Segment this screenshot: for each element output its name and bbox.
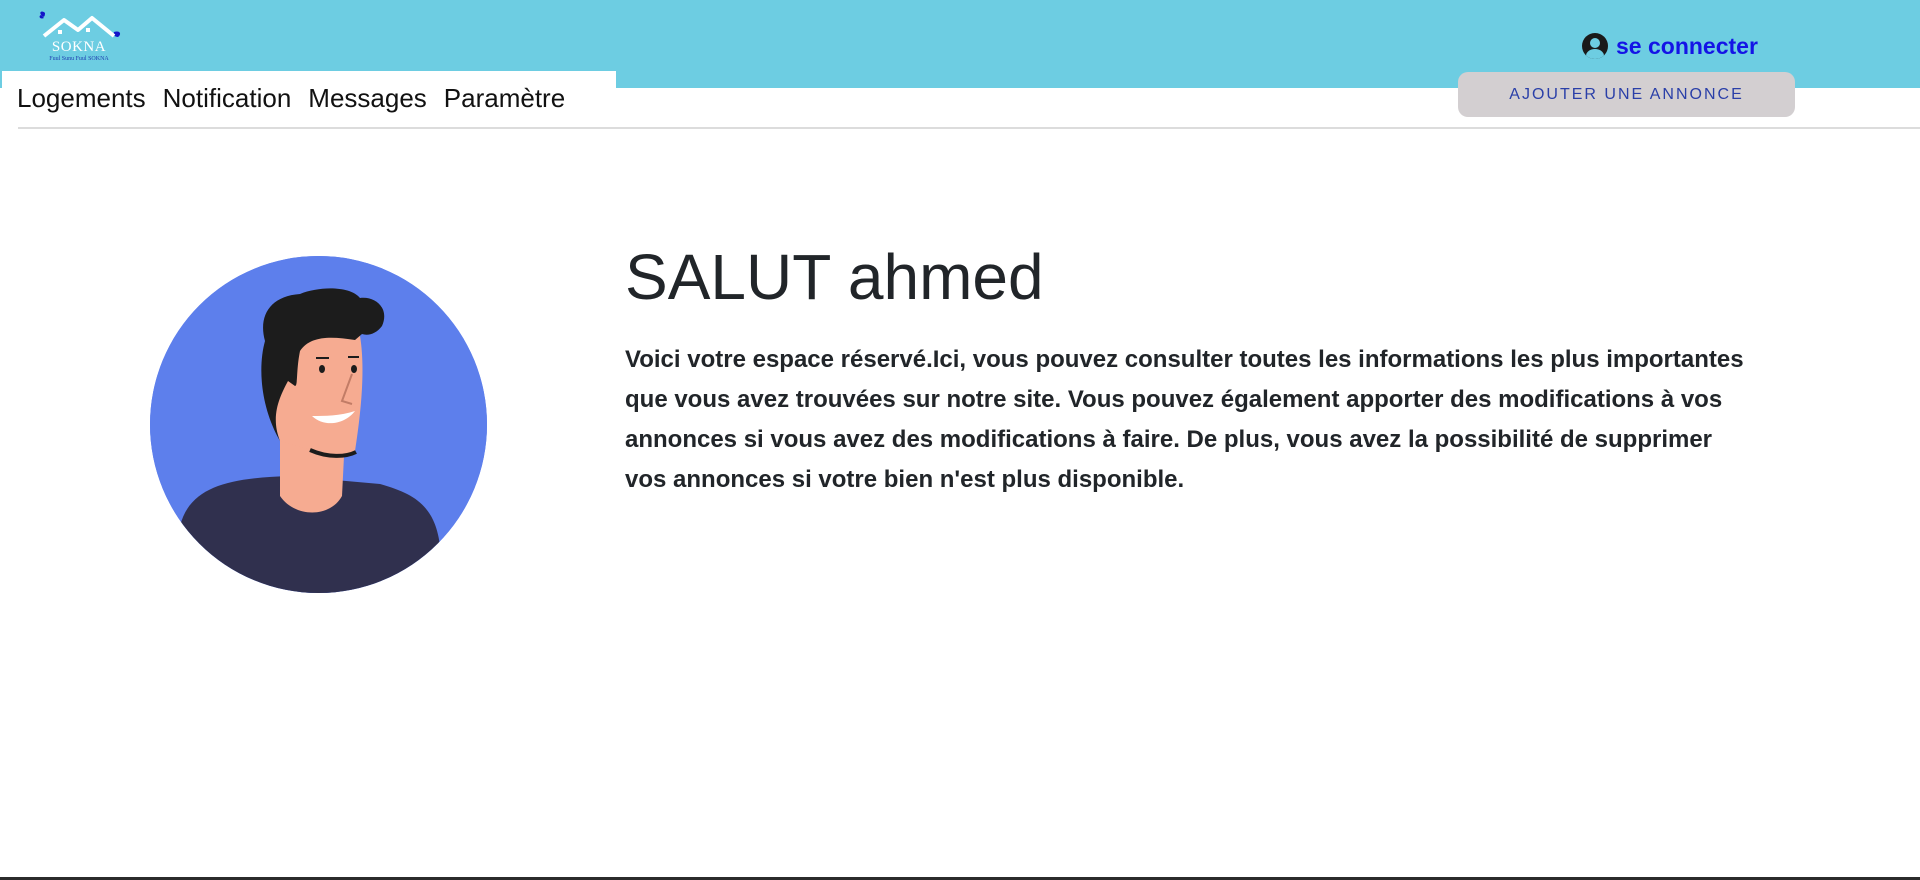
page: SOKNA Fuul Sunu Fuul SOKNA se connecter …	[0, 0, 1920, 880]
nav-item-parametre[interactable]: Paramètre	[444, 83, 565, 114]
nav-item-notification[interactable]: Notification	[163, 83, 292, 114]
nav-item-messages[interactable]: Messages	[308, 83, 427, 114]
header-divider	[18, 127, 1920, 129]
user-avatar	[150, 256, 487, 593]
user-circle-icon	[1582, 33, 1608, 59]
login-link[interactable]: se connecter	[1582, 31, 1758, 61]
intro-text: Voici votre espace réservé.Ici, vous pou…	[625, 346, 1744, 493]
logo-tagline: Fuul Sunu Fuul SOKNA	[49, 56, 109, 62]
logo[interactable]: SOKNA Fuul Sunu Fuul SOKNA	[36, 10, 122, 72]
main-nav: Logements Notification Messages Paramètr…	[2, 71, 616, 126]
user-avatar-illustration-icon	[150, 256, 487, 593]
logo-brand: SOKNA	[51, 39, 107, 55]
house-logo-icon	[39, 11, 121, 38]
greeting-title: SALUT ahmed	[625, 241, 1044, 313]
login-label: se connecter	[1616, 32, 1758, 59]
nav-item-logements[interactable]: Logements	[17, 83, 146, 114]
add-listing-button[interactable]: AJOUTER UNE ANNONCE	[1458, 72, 1795, 117]
